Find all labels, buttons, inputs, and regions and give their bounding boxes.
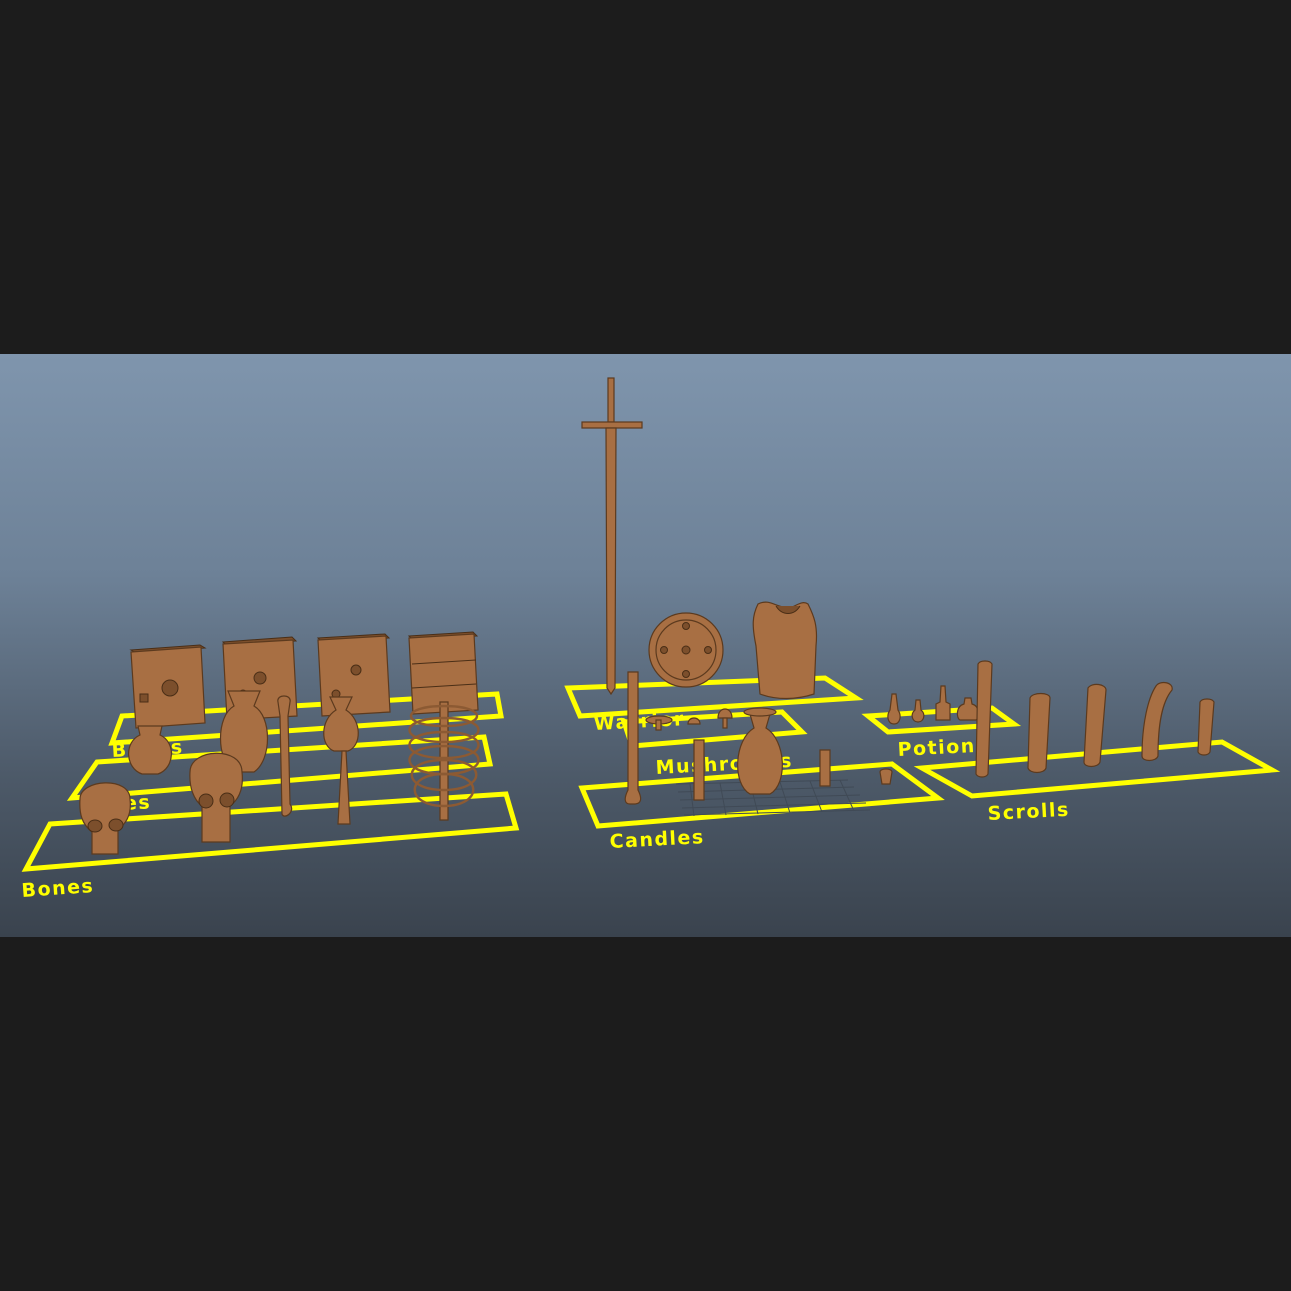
candle-2[interactable]: [693, 739, 705, 801]
scroll-icon: [1027, 692, 1051, 774]
armor[interactable]: [752, 601, 818, 700]
scroll-5[interactable]: [1197, 698, 1215, 756]
mushroom-icon: [717, 708, 733, 719]
potions-label: Potions: [897, 734, 989, 761]
potion-4[interactable]: [956, 697, 980, 721]
candle-icon: [624, 671, 642, 805]
candle-4[interactable]: [879, 768, 893, 785]
bones-label: Bones: [21, 875, 95, 902]
candle-3[interactable]: [819, 749, 831, 787]
skull-1[interactable]: [79, 782, 131, 855]
potion-icon: [956, 697, 980, 721]
mushroom-3[interactable]: [687, 717, 701, 725]
skull-icon: [189, 752, 243, 843]
potion-icon: [911, 699, 925, 723]
scrolls-label: Scrolls: [987, 799, 1070, 825]
scroll-icon: [975, 660, 993, 778]
candles-label: Candles: [609, 826, 705, 853]
vase-icon: [737, 713, 783, 795]
skull-2[interactable]: [189, 752, 243, 843]
candle-vase[interactable]: [737, 707, 783, 795]
scroll-1[interactable]: [975, 660, 993, 778]
potion-3[interactable]: [935, 685, 951, 721]
shield[interactable]: [648, 612, 724, 688]
vase-icon: [128, 725, 172, 775]
sword-icon: [607, 377, 615, 423]
3d-viewport[interactable]: Books Vases Bones: [0, 354, 1291, 937]
book-1[interactable]: [129, 644, 207, 729]
mushroom-icon: [687, 717, 701, 725]
book-3[interactable]: [316, 633, 391, 717]
scroll-2[interactable]: [1027, 692, 1051, 774]
scene-canvas[interactable]: Books Vases Bones: [0, 354, 1291, 937]
potion-1[interactable]: [887, 693, 901, 725]
potion-2[interactable]: [911, 699, 925, 723]
scroll-icon: [1197, 698, 1215, 756]
mushroom-2[interactable]: [717, 708, 733, 729]
sword[interactable]: [581, 377, 643, 696]
skull-icon: [79, 782, 131, 855]
candle-icon: [693, 739, 705, 801]
candle-1[interactable]: [624, 671, 642, 805]
candle-icon: [879, 768, 893, 785]
potion-icon: [887, 693, 901, 725]
armor-icon: [752, 601, 818, 700]
potion-icon: [935, 685, 951, 721]
candle-icon: [819, 749, 831, 787]
vase-1[interactable]: [128, 725, 172, 775]
